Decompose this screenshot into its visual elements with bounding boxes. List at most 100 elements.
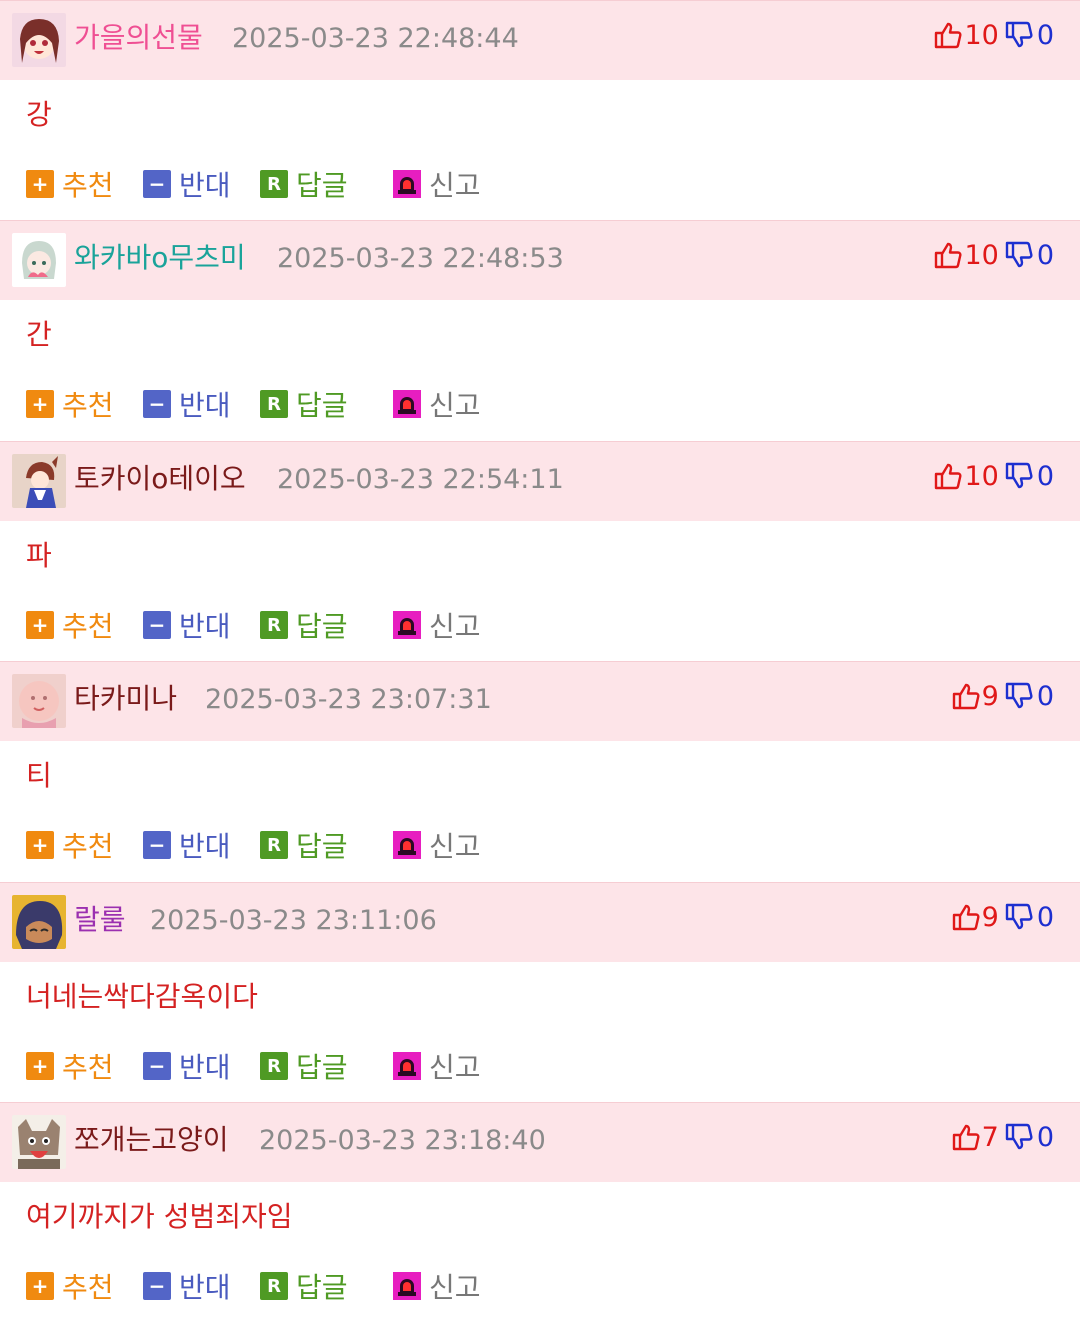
comment-header: 와카바o무츠미 2025-03-23 22:48:53 10 0 xyxy=(0,220,1080,300)
comment-text: 강 xyxy=(26,98,52,131)
recommend-button[interactable]: + 추천 xyxy=(26,605,114,645)
comment-text: 너네는싹다감옥이다 xyxy=(26,980,258,1013)
recommend-button[interactable]: + 추천 xyxy=(26,1266,114,1306)
thumbs-up-icon xyxy=(950,1122,980,1152)
upvote-count: 9 xyxy=(981,901,999,933)
upvote-count: 9 xyxy=(981,680,999,712)
oppose-button[interactable]: − 반대 xyxy=(143,605,231,645)
vote-summary: 9 0 xyxy=(950,899,1054,935)
plus-icon: + xyxy=(26,831,54,859)
reply-label: 답글 xyxy=(296,389,348,422)
minus-icon: − xyxy=(143,390,171,418)
reply-icon: R xyxy=(260,170,288,198)
reply-icon: R xyxy=(260,611,288,639)
plus-icon: + xyxy=(26,1052,54,1080)
plus-icon: + xyxy=(26,390,54,418)
comment-header: 가을의선물 2025-03-23 22:48:44 10 0 xyxy=(0,0,1080,80)
comment-item: 랄룰 2025-03-23 23:11:06 9 0 너네는싹다감옥이다 + 추… xyxy=(0,882,1080,1102)
thumbs-up-icon xyxy=(932,20,963,50)
comment-date: 2025-03-23 23:11:06 xyxy=(150,905,437,936)
recommend-button[interactable]: + 추천 xyxy=(26,1046,114,1086)
author-name[interactable]: 와카바o무츠미 xyxy=(74,240,246,276)
reply-icon: R xyxy=(260,1272,288,1300)
author-name[interactable]: 랄룰 xyxy=(74,902,126,938)
oppose-button[interactable]: − 반대 xyxy=(143,1046,231,1086)
oppose-button[interactable]: − 반대 xyxy=(143,164,231,204)
recommend-label: 추천 xyxy=(62,1271,114,1304)
reply-button[interactable]: R 답글 xyxy=(260,605,348,645)
oppose-label: 반대 xyxy=(179,1051,231,1084)
upvote-count: 10 xyxy=(964,239,999,271)
downvote-count: 0 xyxy=(1036,239,1054,271)
comment-list: 가을의선물 2025-03-23 22:48:44 10 0 강 + 추천 − xyxy=(0,0,1080,1323)
recommend-button[interactable]: + 추천 xyxy=(26,825,114,865)
comment-header: 타카미나 2025-03-23 23:07:31 9 0 xyxy=(0,661,1080,741)
avatar[interactable] xyxy=(12,13,66,67)
comment-date: 2025-03-23 23:18:40 xyxy=(259,1125,546,1156)
thumbs-down-icon xyxy=(1003,681,1033,711)
recommend-button[interactable]: + 추천 xyxy=(26,384,114,424)
author-name[interactable]: 쪼개는고양이 xyxy=(74,1122,229,1158)
downvote-count: 0 xyxy=(1036,680,1054,712)
thumbs-down-icon xyxy=(1003,461,1033,491)
thumbs-up-icon xyxy=(932,461,963,491)
recommend-button[interactable]: + 추천 xyxy=(26,164,114,204)
report-label: 신고 xyxy=(429,610,481,643)
siren-icon xyxy=(393,170,421,198)
thumbs-up-icon xyxy=(950,902,980,932)
upvote-count: 10 xyxy=(964,19,999,51)
report-button[interactable]: 신고 xyxy=(393,384,481,424)
comment-header: 랄룰 2025-03-23 23:11:06 9 0 xyxy=(0,882,1080,962)
thumbs-down-icon xyxy=(1003,902,1033,932)
reply-label: 답글 xyxy=(296,1271,348,1304)
comment-actions: + 추천 − 반대 R 답글 신고 xyxy=(26,605,546,645)
reply-icon: R xyxy=(260,1052,288,1080)
avatar[interactable] xyxy=(12,1115,66,1169)
minus-icon: − xyxy=(143,1052,171,1080)
report-label: 신고 xyxy=(429,830,481,863)
comment-item: 쪼개는고양이 2025-03-23 23:18:40 7 0 여기까지가 성범죄… xyxy=(0,1102,1080,1323)
report-label: 신고 xyxy=(429,169,481,202)
reply-button[interactable]: R 답글 xyxy=(260,384,348,424)
oppose-button[interactable]: − 반대 xyxy=(143,825,231,865)
reply-button[interactable]: R 답글 xyxy=(260,1046,348,1086)
comment-date: 2025-03-23 22:48:53 xyxy=(277,243,564,274)
recommend-label: 추천 xyxy=(62,169,114,202)
reply-label: 답글 xyxy=(296,1051,348,1084)
reply-button[interactable]: R 답글 xyxy=(260,825,348,865)
avatar[interactable] xyxy=(12,233,66,287)
reply-label: 답글 xyxy=(296,830,348,863)
report-label: 신고 xyxy=(429,1051,481,1084)
report-label: 신고 xyxy=(429,1271,481,1304)
comment-date: 2025-03-23 22:54:11 xyxy=(277,464,564,495)
avatar[interactable] xyxy=(12,674,66,728)
siren-icon xyxy=(393,1272,421,1300)
comment-actions: + 추천 − 반대 R 답글 신고 xyxy=(26,825,546,865)
comment-date: 2025-03-23 23:07:31 xyxy=(205,684,492,715)
recommend-label: 추천 xyxy=(62,830,114,863)
author-name[interactable]: 가을의선물 xyxy=(74,20,203,56)
report-button[interactable]: 신고 xyxy=(393,164,481,204)
upvote-count: 10 xyxy=(964,460,999,492)
avatar[interactable] xyxy=(12,895,66,949)
author-name[interactable]: 토카이o테이오 xyxy=(74,461,246,497)
minus-icon: − xyxy=(143,831,171,859)
reply-button[interactable]: R 답글 xyxy=(260,164,348,204)
reply-label: 답글 xyxy=(296,169,348,202)
oppose-button[interactable]: − 반대 xyxy=(143,1266,231,1306)
comment-item: 가을의선물 2025-03-23 22:48:44 10 0 강 + 추천 − xyxy=(0,0,1080,220)
report-button[interactable]: 신고 xyxy=(393,1046,481,1086)
avatar[interactable] xyxy=(12,454,66,508)
report-button[interactable]: 신고 xyxy=(393,825,481,865)
comment-header: 토카이o테이오 2025-03-23 22:54:11 10 0 xyxy=(0,441,1080,521)
oppose-label: 반대 xyxy=(179,1271,231,1304)
author-name[interactable]: 타카미나 xyxy=(74,681,177,717)
oppose-button[interactable]: − 반대 xyxy=(143,384,231,424)
thumbs-up-icon xyxy=(950,681,980,711)
report-button[interactable]: 신고 xyxy=(393,605,481,645)
oppose-label: 반대 xyxy=(179,610,231,643)
report-button[interactable]: 신고 xyxy=(393,1266,481,1306)
minus-icon: − xyxy=(143,611,171,639)
reply-button[interactable]: R 답글 xyxy=(260,1266,348,1306)
comment-text: 간 xyxy=(26,318,52,351)
